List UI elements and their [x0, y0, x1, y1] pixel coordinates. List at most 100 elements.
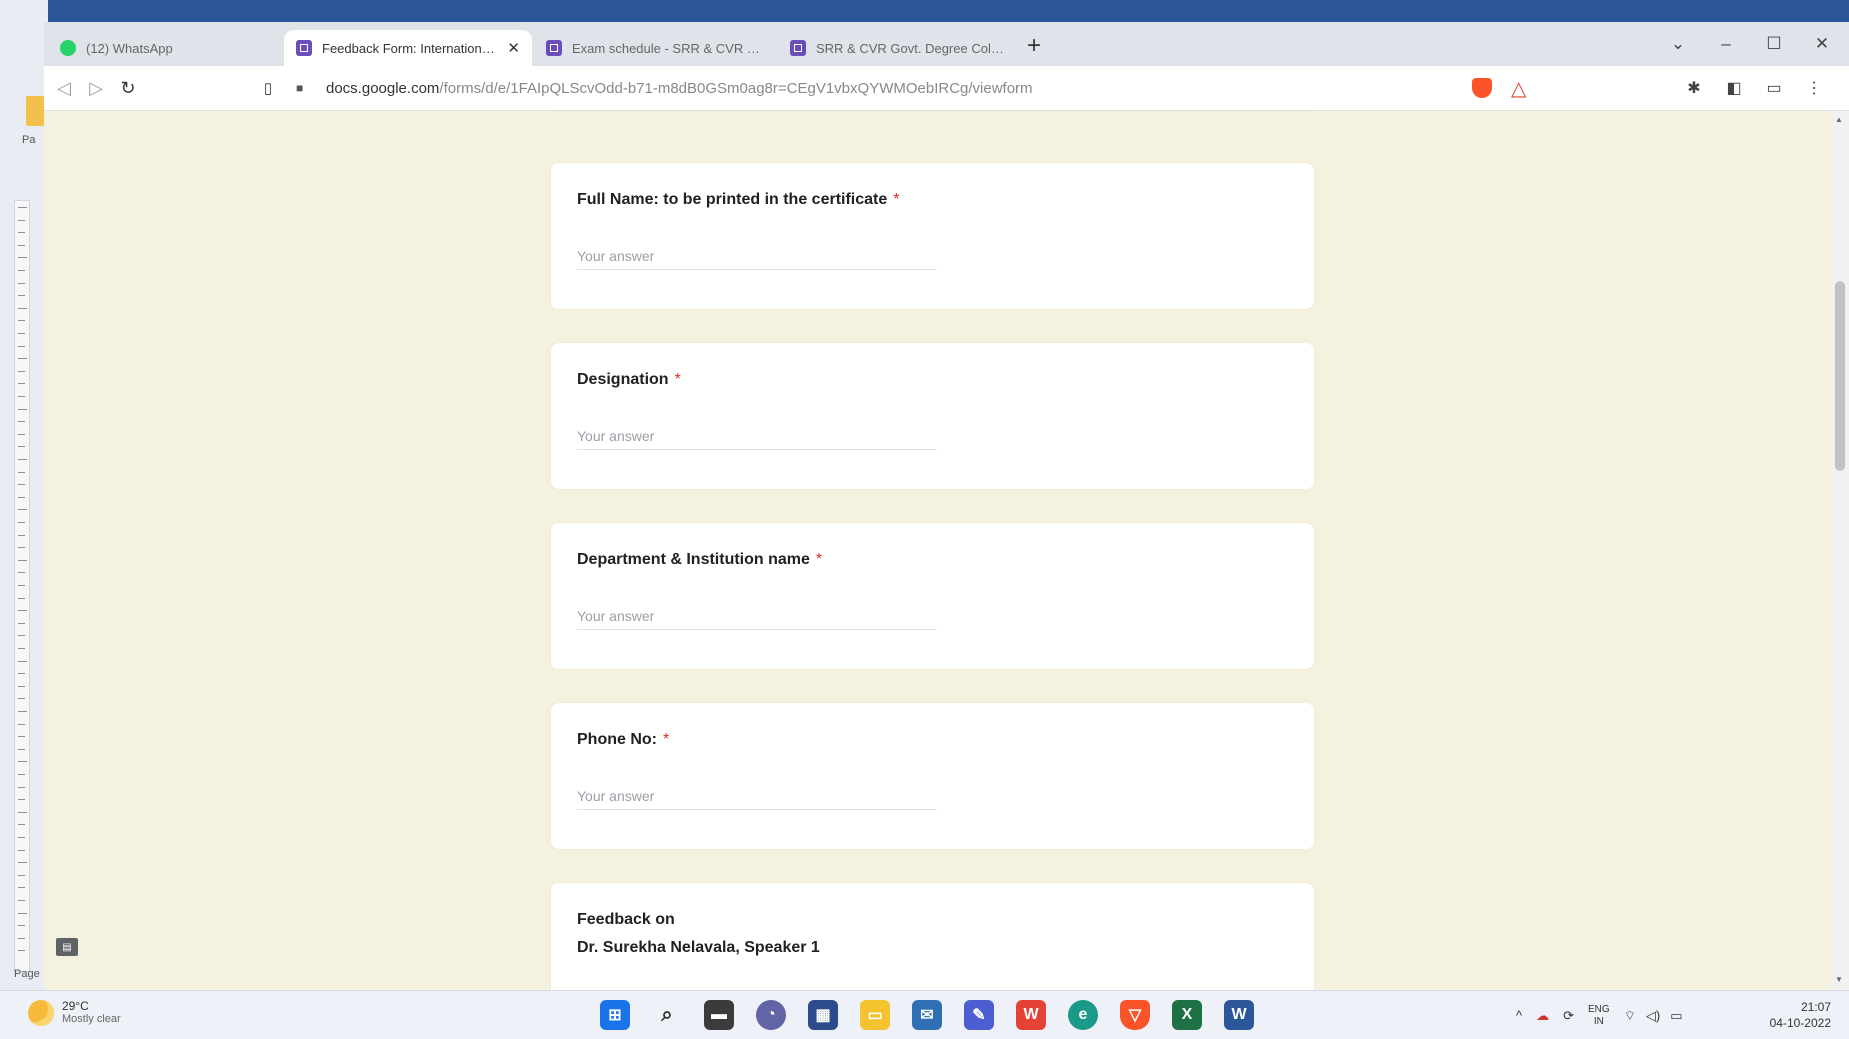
department-input[interactable]	[577, 603, 937, 630]
background-app-label: Pa	[22, 134, 36, 146]
wifi-icon[interactable]: ⌔	[1624, 1008, 1636, 1024]
full-name-input[interactable]	[577, 243, 937, 270]
ruler-tick	[18, 307, 27, 309]
file-explorer-icon[interactable]: ▬	[704, 1000, 734, 1030]
tab-exam-schedule[interactable]: Exam schedule - SRR & CVR Govt. De...	[534, 30, 774, 66]
volume-icon[interactable]: ◁)	[1646, 1008, 1660, 1024]
ruler-tick	[18, 370, 25, 372]
edge-icon[interactable]: e	[1068, 1000, 1098, 1030]
windows-start-icon[interactable]: ⊞	[600, 1000, 630, 1030]
wallet-icon[interactable]: ▭	[1762, 76, 1786, 100]
forward-icon[interactable]: ▷	[82, 74, 110, 102]
ruler-tick	[18, 912, 27, 914]
windows-taskbar: 29°C Mostly clear ⊞ ⌕ ▬ ◔ ▦ ▭ ✉ ✎ W e ▽ …	[0, 990, 1849, 1039]
brave-icon[interactable]: ▽	[1120, 1000, 1150, 1030]
ruler-tick	[18, 824, 25, 826]
language-indicator[interactable]: ENG IN	[1588, 1004, 1610, 1028]
ruler-tick	[18, 837, 25, 838]
required-asterisk: *	[893, 191, 900, 208]
ruler-tick	[18, 950, 25, 952]
background-word-window: Pa Page	[0, 0, 48, 990]
feedback-heading: Feedback on	[577, 911, 675, 928]
sidebar-icon[interactable]: ◧	[1722, 76, 1746, 100]
ruler-tick	[18, 459, 27, 460]
brave-shields-icon[interactable]	[1472, 78, 1492, 98]
weather-widget[interactable]: 29°C Mostly clear	[28, 999, 121, 1026]
google-forms-icon	[790, 40, 806, 56]
designation-input[interactable]	[577, 423, 937, 450]
excel-icon[interactable]: X	[1172, 1000, 1202, 1030]
ruler-tick	[18, 635, 25, 637]
google-forms-icon	[546, 40, 562, 56]
ruler-tick	[18, 433, 25, 435]
ruler-tick	[18, 232, 25, 234]
report-feedback-icon[interactable]: ▤	[56, 938, 78, 956]
scrollbar-thumb[interactable]	[1835, 281, 1845, 471]
search-icon[interactable]: ⌕	[652, 1000, 682, 1030]
scroll-down-icon[interactable]: ▼	[1835, 975, 1843, 984]
tab-search-icon[interactable]: ⌄	[1654, 28, 1702, 60]
ruler-tick	[18, 673, 25, 675]
minimize-button[interactable]: –	[1702, 28, 1750, 60]
close-window-button[interactable]: ✕	[1798, 28, 1846, 60]
reload-icon[interactable]: ↻	[114, 74, 142, 102]
microsoft-store-icon[interactable]: ▦	[808, 1000, 838, 1030]
paste-icon	[26, 96, 44, 126]
ruler-tick	[18, 207, 27, 208]
tab-feedback-form[interactable]: Feedback Form: International W... ✕	[284, 30, 532, 66]
browser-toolbar: ◁ ▷ ↻ ▯ ■ docs.google.com /forms/d/e/1FA…	[44, 66, 1849, 111]
bookmark-icon[interactable]: ▯	[254, 74, 282, 102]
wps-office-icon[interactable]: W	[1016, 1000, 1046, 1030]
form-page: Full Name: to be printed in the certific…	[44, 111, 1849, 990]
ruler-tick	[18, 509, 27, 511]
whiteboard-icon[interactable]: ✎	[964, 1000, 994, 1030]
tab-whatsapp[interactable]: (12) WhatsApp	[48, 30, 288, 66]
browser-window: (12) WhatsApp Feedback Form: Internation…	[44, 22, 1849, 990]
folder-icon[interactable]: ▭	[860, 1000, 890, 1030]
mail-icon[interactable]: ✉	[912, 1000, 942, 1030]
ruler-tick	[18, 874, 25, 876]
clock-time: 21:07	[1800, 1000, 1831, 1014]
onedrive-icon[interactable]: ☁	[1536, 1008, 1549, 1024]
system-tray: ^ ☁ ⟳ ENG IN ⌔ ◁) ▭	[1516, 991, 1693, 1039]
extensions-icon[interactable]: ✱	[1682, 76, 1706, 100]
sync-icon[interactable]: ⟳	[1563, 1008, 1574, 1024]
close-tab-icon[interactable]: ✕	[507, 39, 520, 57]
question-card-full-name: Full Name: to be printed in the certific…	[551, 163, 1314, 309]
battery-icon[interactable]: ▭	[1670, 1008, 1682, 1024]
back-icon[interactable]: ◁	[50, 74, 78, 102]
tab-title: Feedback Form: International W...	[322, 40, 500, 56]
ruler-tick	[18, 610, 27, 612]
ruler-tick	[18, 811, 27, 813]
ruler-tick	[18, 597, 25, 599]
word-icon[interactable]: W	[1224, 1000, 1254, 1030]
clock[interactable]: 21:07 04-10-2022	[1770, 999, 1831, 1031]
ruler-tick	[18, 925, 25, 927]
chevron-up-icon[interactable]: ^	[1516, 1008, 1522, 1023]
tab-strip: (12) WhatsApp Feedback Form: Internation…	[44, 22, 1849, 66]
ruler-tick	[18, 799, 25, 801]
question-label: Phone No: *	[577, 731, 670, 748]
brave-rewards-icon[interactable]: △	[1511, 76, 1526, 101]
menu-icon[interactable]: ⋮	[1802, 76, 1826, 100]
ruler-tick	[18, 736, 25, 738]
tab-title: (12) WhatsApp	[86, 40, 173, 56]
new-tab-button[interactable]: +	[1020, 32, 1048, 60]
required-asterisk: *	[663, 731, 670, 748]
ruler-tick	[18, 333, 25, 334]
required-asterisk: *	[674, 371, 681, 388]
tab-title: SRR & CVR Govt. Degree College Vi...	[816, 40, 1006, 56]
ruler-tick	[18, 270, 25, 271]
ruler-tick	[18, 446, 25, 448]
address-bar[interactable]: ■ docs.google.com /forms/d/e/1FAIpQLScvO…	[296, 72, 1496, 104]
phone-input[interactable]	[577, 783, 937, 810]
tab-college-form[interactable]: SRR & CVR Govt. Degree College Vi...	[778, 30, 1018, 66]
maximize-button[interactable]: ☐	[1750, 28, 1798, 60]
question-label: Department & Institution name *	[577, 551, 823, 568]
desktop-screen: Pa Page (12) WhatsApp Feedback Form: Int…	[0, 0, 1849, 1039]
teams-chat-icon[interactable]: ◔	[756, 1000, 786, 1030]
scroll-up-icon[interactable]: ▲	[1835, 115, 1843, 124]
ruler-tick	[18, 862, 27, 864]
ruler-tick	[18, 887, 25, 889]
page-scrollbar[interactable]: ▲ ▼	[1831, 111, 1849, 990]
